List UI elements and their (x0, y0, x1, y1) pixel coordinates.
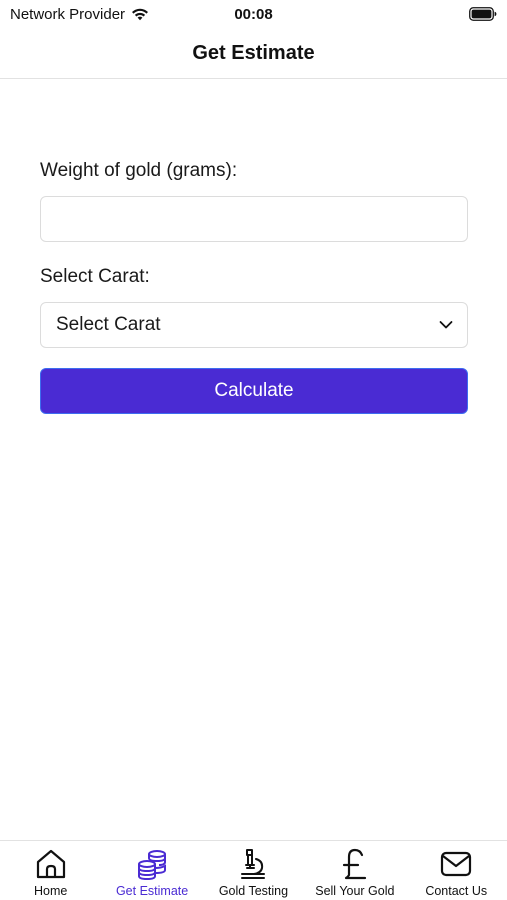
tab-get-estimate-label: Get Estimate (115, 884, 189, 898)
pound-icon (342, 848, 366, 880)
microscope-icon (241, 849, 266, 879)
tab-get-estimate[interactable]: Get Estimate (102, 847, 202, 898)
carat-label: Select Carat: (40, 266, 150, 287)
page-title: Get Estimate (192, 41, 315, 64)
carat-select-value: Select Carat (56, 314, 161, 335)
screen: Network Provider 00:08 Get Estimate Weig… (0, 0, 507, 900)
tab-contact-us[interactable]: Contact Us (406, 847, 506, 898)
nav-header: Get Estimate (0, 28, 507, 79)
status-bar: Network Provider 00:08 (0, 0, 507, 28)
home-icon (36, 849, 65, 879)
weight-label: Weight of gold (grams): (40, 160, 238, 181)
coins-icon (138, 850, 167, 881)
tab-home[interactable]: Home (1, 847, 101, 898)
tab-gold-testing[interactable]: Gold Testing (203, 847, 303, 898)
weight-input[interactable] (40, 196, 468, 242)
tab-sell-your-gold[interactable]: Sell Your Gold (305, 847, 405, 898)
battery-icon (469, 7, 497, 21)
carrier-name: Network Provider (10, 5, 126, 23)
tab-home-label: Home (34, 884, 68, 898)
chevron-down-icon (439, 321, 453, 329)
tab-gold-testing-label: Gold Testing (218, 884, 289, 898)
estimate-form: Weight of gold (grams): Select Carat: Se… (40, 160, 468, 414)
mail-icon (441, 851, 472, 877)
carat-select[interactable]: Select Carat (40, 302, 468, 348)
wifi-icon (132, 8, 149, 21)
status-left: Network Provider (10, 6, 149, 23)
tab-sell-your-gold-label: Sell Your Gold (315, 884, 395, 898)
calculate-button[interactable]: Calculate (40, 368, 468, 414)
tab-bar: Home Get Estimate Gold Testing Sell Your… (0, 840, 507, 900)
tab-contact-us-label: Contact Us (425, 884, 488, 898)
